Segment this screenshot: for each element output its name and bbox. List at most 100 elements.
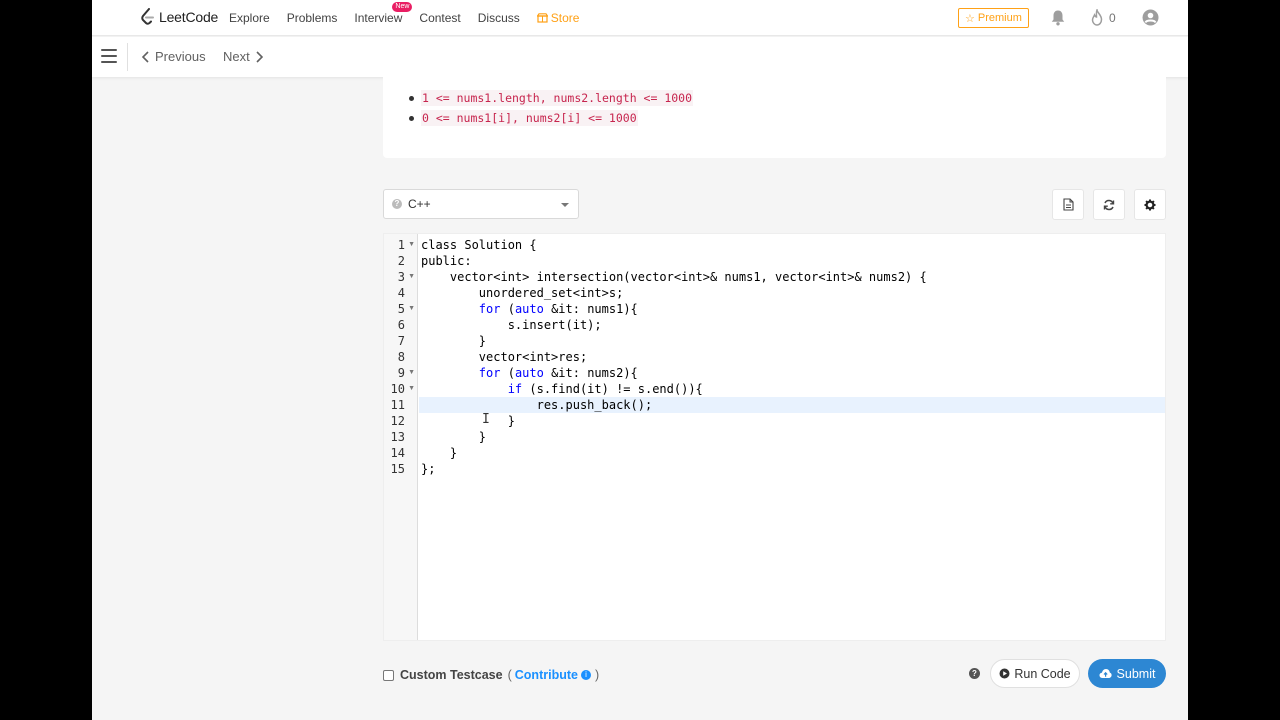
custom-testcase-label[interactable]: Custom Testcase [400,668,503,682]
line-number: 5 [397,302,405,316]
line-number: 2 [397,254,405,268]
fold-arrow-icon[interactable]: ▼ [408,237,415,253]
line-number: 13 [390,430,405,444]
line-number: 10 [390,382,405,396]
nav-link-discuss[interactable]: Discuss [478,11,520,25]
line-number: 14 [390,446,405,460]
help-icon[interactable]: ? [969,668,980,679]
line-number: 12 [390,414,405,428]
streak-counter[interactable]: 0 [1090,9,1116,26]
code-line[interactable]: } [421,445,457,461]
constraint-text: 0 <= nums1[i], nums2[i] <= 1000 [421,110,638,126]
open-paren: ( [507,668,512,682]
code-line[interactable]: public: [421,253,472,269]
line-number: 3 [397,270,405,284]
custom-testcase-checkbox[interactable] [383,669,394,681]
fold-arrow-icon[interactable]: ▼ [408,301,415,317]
logo-text: LeetCode [159,9,219,25]
line-number: 4 [397,286,405,300]
constraint-item: 0 <= nums1[i], nums2[i] <= 1000 [408,110,693,131]
line-number: 11 [390,398,405,412]
code-line[interactable]: }; [421,461,435,477]
nav-links: Explore Problems Interview New Contest Di… [229,0,596,36]
code-line[interactable]: unordered_set<int>s; [421,285,624,301]
nav-link-problems[interactable]: Problems [287,11,338,25]
info-icon[interactable]: i [580,670,591,680]
code-line[interactable]: for (auto &it: nums1){ [421,301,638,317]
caret-down-icon [561,203,569,207]
code-line[interactable]: } [421,413,515,429]
code-line[interactable]: for (auto &it: nums2){ [421,365,638,381]
notes-button[interactable] [1052,189,1084,220]
star-icon: ☆ [965,12,975,25]
streak-count: 0 [1109,10,1116,25]
next-label: Next [223,49,250,64]
premium-label: Premium [977,12,1022,24]
avatar-icon[interactable] [1142,9,1159,31]
previous-button[interactable]: Previous [142,49,206,64]
constraint-text: 1 <= nums1.length, nums2.length <= 1000 [421,90,694,106]
bell-icon[interactable] [1050,9,1066,31]
language-select[interactable]: ? C++ [383,189,579,219]
nav-link-contest[interactable]: Contest [419,11,460,25]
line-number: 15 [390,462,405,476]
code-line[interactable]: } [421,333,486,349]
code-line[interactable]: class Solution { [421,237,537,253]
code-line[interactable]: res.push_back(); [421,397,653,413]
logo[interactable]: LeetCode [140,8,218,26]
code-line[interactable]: vector<int>res; [421,349,587,365]
nav-link-store[interactable]: Store [536,11,580,25]
text-cursor-icon: I [482,412,490,427]
constraints-list: 1 <= nums1.length, nums2.length <= 1000 … [408,90,694,131]
menu-icon[interactable] [101,49,117,65]
problem-description: 1 <= nums1.length, nums2.length <= 1000 … [383,77,1166,158]
code-line[interactable]: s.insert(it); [421,317,602,333]
line-number: 1 [397,238,405,252]
code-line[interactable]: vector<int> intersection(vector<int>& nu… [421,269,927,285]
next-button[interactable]: Next [223,49,263,64]
custom-testcase-row: Custom Testcase ( Contribute i ) [383,668,599,682]
submit-button[interactable]: Submit [1088,659,1166,688]
cloud-upload-icon [1099,669,1112,678]
leetcode-app: LeetCode Explore Problems Interview New C… [92,0,1188,720]
leetcode-logo-icon [141,8,154,25]
code-editor[interactable]: 1 ▼ 2 3 ▼ 4 5 ▼ 6 7 8 9 ▼ 10 ▼ 11 12 13 14 15 class Solutio… [383,233,1166,641]
problem-subnav: Previous Next [92,37,1188,77]
run-code-button[interactable]: Run Code [990,659,1080,688]
fold-arrow-icon[interactable]: ▼ [408,269,415,285]
divider [127,43,128,71]
nav-link-explore[interactable]: Explore [229,11,270,25]
fold-arrow-icon[interactable]: ▼ [408,365,415,381]
submit-label: Submit [1116,666,1156,681]
flame-icon [1091,9,1103,26]
code-line[interactable]: if (s.find(it) != s.end()){ [421,381,703,397]
line-number: 6 [397,318,405,332]
line-number: 9 [397,366,405,380]
document-icon [1062,198,1074,211]
line-number: 7 [397,334,405,348]
settings-button[interactable] [1134,189,1166,220]
fold-arrow-icon[interactable]: ▼ [408,381,415,397]
nav-link-interview-label: Interview [354,11,403,25]
line-gutter: 1 ▼ 2 3 ▼ 4 5 ▼ 6 7 8 9 ▼ 10 ▼ 11 12 13 14 15 [384,234,418,640]
nav-link-interview[interactable]: Interview New [354,2,413,25]
close-paren: ) [594,668,600,682]
chevron-right-icon [256,50,263,63]
play-circle-icon [999,668,1010,679]
top-navbar: LeetCode Explore Problems Interview New C… [92,0,1188,36]
new-badge: New [392,2,413,12]
language-value: C++ [408,197,431,211]
constraint-item: 1 <= nums1.length, nums2.length <= 1000 [408,90,694,111]
premium-button[interactable]: ☆ Premium [958,8,1029,28]
refresh-icon [1103,199,1115,210]
line-number: 8 [397,350,405,364]
previous-label: Previous [155,49,206,64]
reset-button[interactable] [1093,189,1125,220]
run-code-label: Run Code [1014,666,1071,681]
help-icon: ? [392,199,402,209]
contribute-link[interactable]: Contribute [515,668,578,682]
code-line[interactable]: } [421,429,486,445]
chevron-left-icon [142,50,149,63]
store-icon [536,13,548,23]
store-label: Store [550,11,580,25]
